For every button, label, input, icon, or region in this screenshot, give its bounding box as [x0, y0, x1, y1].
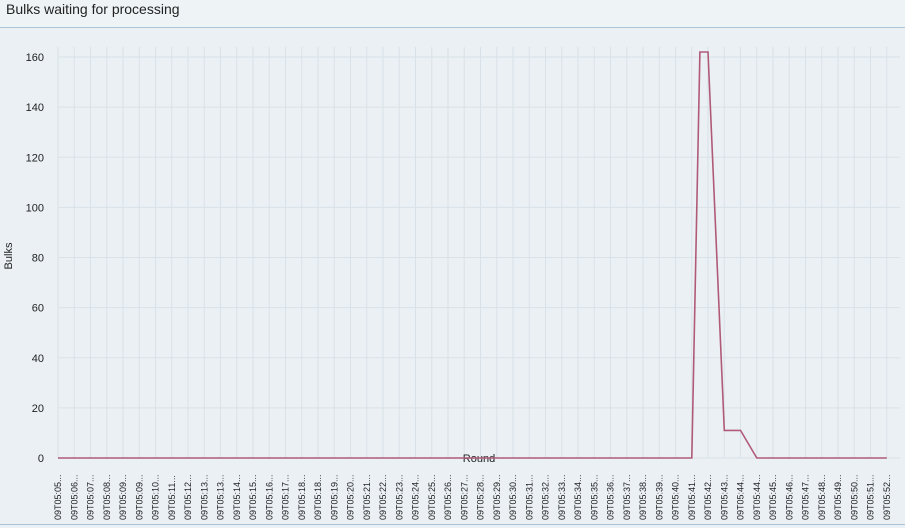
x-tick-label: 09T05:13... [216, 474, 226, 520]
x-tick-label: 09T05:15... [248, 474, 258, 520]
x-tick-label: 09T05:29... [492, 474, 502, 520]
x-tick-label: 09T05:41... [687, 474, 697, 520]
x-tick-label: 09T05:30... [508, 474, 518, 520]
x-tick-label: 09T05:44... [752, 474, 762, 520]
x-tick-label: 09T05:10... [151, 474, 161, 520]
x-tick-label: 09T05:43... [719, 474, 729, 520]
x-axis-title: Round [463, 453, 495, 465]
line-chart: 020406080100120140160 09T05:05... 09T05:0… [3, 47, 900, 520]
x-tick-label: 09T05:27... [459, 474, 469, 520]
y-tick-label: 40 [32, 353, 44, 365]
x-tick-label: 09T05:24... [411, 474, 421, 520]
x-tick-label: 09T05:36... [606, 474, 616, 520]
x-tick-label: 09T05:23... [394, 474, 404, 520]
x-tick-label: 09T05:07... [86, 474, 96, 520]
x-tick-label: 09T05:50... [849, 474, 859, 520]
y-tick-label: 120 [26, 152, 44, 164]
x-tick-label: 09T05:18... [297, 474, 307, 520]
vertical-gridlines [57, 47, 888, 458]
y-tick-label: 60 [32, 303, 44, 315]
x-tick-label: 09T05:09... [134, 474, 144, 520]
x-tick-label: 09T05:34... [573, 474, 583, 520]
x-tick-label: 09T05:31... [524, 474, 534, 520]
x-tick-label: 09T05:11... [167, 475, 177, 520]
x-tick-label: 09T05:13... [199, 474, 209, 520]
x-tick-label: 09T05:19... [329, 474, 339, 520]
x-tick-label: 09T05:08... [102, 474, 112, 520]
x-tick-label: 09T05:26... [443, 474, 453, 520]
x-tick-label: 09T05:17... [281, 474, 291, 520]
x-tick-label: 09T05:12... [183, 474, 193, 520]
x-tick-label: 09T05:38... [638, 474, 648, 520]
y-tick-label: 80 [32, 253, 44, 265]
x-tick-label: 09T05:45... [768, 474, 778, 520]
x-tick-label: 09T05:37... [622, 474, 632, 520]
series-line [58, 51, 887, 459]
x-tick-label: 09T05:14... [232, 474, 242, 520]
y-axis-title: Bulks [3, 242, 15, 269]
x-tick-label: 09T05:18... [313, 474, 323, 520]
x-tick-label: 09T05:16... [264, 474, 274, 520]
x-tick-label: 09T05:35... [589, 474, 599, 520]
x-tick-label: 09T05:48... [817, 474, 827, 520]
x-tick-label: 09T05:42... [703, 474, 713, 520]
y-tick-labels: 0 20 40 60 80 100 120 140 160 [26, 52, 44, 465]
x-tick-label: 09T05:32... [541, 474, 551, 520]
y-tick-label: 0 [38, 453, 44, 465]
bottom-rule [0, 524, 905, 525]
x-tick-label: 09T05:28... [476, 474, 486, 520]
x-tick-label: 09T05:05... [53, 474, 63, 520]
x-tick-label: 09T05:49... [833, 474, 843, 520]
x-tick-label: 09T05:33... [557, 474, 567, 520]
x-tick-label: 09T05:52... [882, 474, 892, 520]
x-tick-label: 09T05:06... [69, 474, 79, 520]
y-tick-label: 160 [26, 52, 44, 64]
x-tick-label: 09T05:22... [378, 474, 388, 520]
x-tick-labels: 09T05:05... 09T05:06... 09T05:07... 09T05:0… [53, 474, 892, 520]
y-tick-label: 100 [26, 202, 44, 214]
horizontal-gridlines [58, 56, 900, 459]
x-tick-label: 09T05:51... [866, 474, 876, 520]
x-tick-label: 09T05:09... [118, 474, 128, 520]
x-tick-label: 09T05:44... [736, 474, 746, 520]
x-tick-label: 09T05:21... [362, 474, 372, 520]
x-tick-label: 09T05:40... [671, 474, 681, 520]
x-tick-label: 09T05:46... [784, 474, 794, 520]
y-tick-label: 20 [32, 403, 44, 415]
x-tick-label: 09T05:25... [427, 474, 437, 520]
y-tick-label: 140 [26, 102, 44, 114]
x-tick-label: 09T05:47... [801, 474, 811, 520]
x-tick-label: 09T05:39... [654, 474, 664, 520]
x-tick-label: 09T05:20... [346, 474, 356, 520]
